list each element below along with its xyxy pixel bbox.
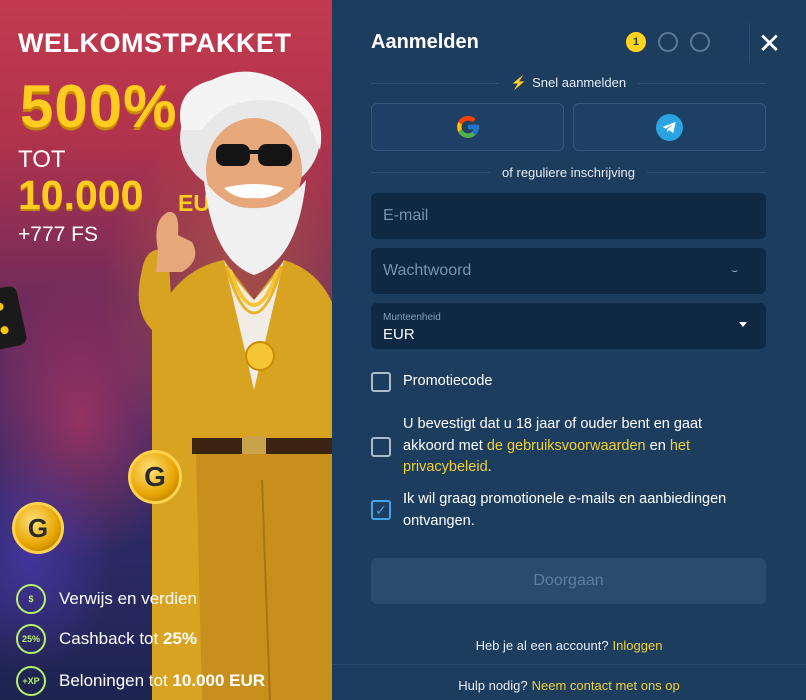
promo-title: WELKOMSTPAKKET [18, 28, 292, 58]
password-field[interactable]: ⌣ [371, 248, 766, 294]
step-2 [658, 32, 678, 52]
promo-tot: TOT [18, 146, 66, 173]
login-prompt: Heb je al een account? Inloggen [475, 638, 663, 653]
marketing-label: Ik wil graag promotionele e-mails en aan… [403, 491, 727, 529]
contact-link[interactable]: Neem contact met ons op [532, 678, 680, 693]
regular-signup-divider: of reguliere inschrijving [371, 164, 767, 180]
promo-panel: WELKOMSTPAKKET 500% TOT 10.000 EURO +777… [0, 0, 332, 700]
benefit-item-rewards: +XP Beloningen tot 10.000 EUR [16, 666, 316, 696]
marketing-checkbox[interactable]: ✓ [371, 500, 391, 520]
chevron-down-icon [739, 322, 747, 327]
continue-button[interactable]: Doorgaan [371, 558, 766, 604]
hide-password-icon[interactable]: ⌣ [731, 265, 745, 277]
benefit-highlight: 10.000 EUR [172, 671, 266, 690]
currency-value: EUR [383, 326, 415, 343]
form-title: Aanmelden [371, 31, 479, 53]
quick-signup-divider: ⚡ Snel aanmelden [371, 75, 766, 90]
signup-form-panel: Aanmelden 1 ✕ ⚡ Snel aanmelden of regulie… [332, 0, 806, 700]
benefit-highlight: 25% [162, 629, 197, 648]
terms-text: U bevestigt dat u 18 jaar of ouder bent … [403, 416, 703, 475]
quick-signup-label: Snel aanmelden [532, 75, 627, 90]
regular-signup-label: of reguliere inschrijving [502, 164, 635, 180]
currency-select[interactable]: Munteenheid EUR [371, 303, 766, 349]
benefit-label: Beloningen tot [59, 671, 173, 690]
cashback-icon: 25% [16, 624, 46, 654]
promo-free-spins: +777 FS [18, 223, 98, 246]
terms-checkbox[interactable] [371, 437, 391, 457]
help-prompt: Hulp nodig? Neem contact met ons op [458, 678, 680, 693]
step-1: 1 [626, 32, 646, 52]
currency-label: Munteenheid [383, 312, 441, 323]
close-icon: ✕ [757, 27, 782, 59]
benefit-item-referral: $ Verwijs en verdien [16, 584, 316, 614]
step-3 [690, 32, 710, 52]
email-field[interactable] [371, 193, 766, 239]
lightning-icon: ⚡ [510, 75, 528, 90]
google-signup-button[interactable] [371, 103, 564, 151]
step-indicator: 1 [626, 32, 710, 52]
dice-decoration [0, 284, 28, 352]
close-button[interactable]: ✕ [749, 23, 789, 63]
megaphone-icon: $ [16, 584, 46, 614]
login-link[interactable]: Inloggen [613, 638, 663, 653]
g-coin-icon: G [128, 450, 182, 504]
terms-link[interactable]: de gebruiksvoorwaarden [487, 438, 646, 454]
telegram-signup-button[interactable] [573, 103, 766, 151]
password-input[interactable] [383, 248, 723, 294]
google-icon [456, 116, 479, 138]
promo-code-label[interactable]: Promotiecode [403, 371, 492, 393]
email-input[interactable] [383, 193, 723, 239]
benefit-label: Cashback tot [59, 629, 163, 648]
xp-arrow-icon: +XP [16, 666, 46, 696]
benefit-label: Verwijs en verdien [59, 589, 197, 608]
benefit-item-cashback: 25% Cashback tot 25% [16, 624, 316, 654]
checkmark-icon: ✓ [375, 502, 387, 518]
g-chip-icon: G [12, 502, 64, 554]
footer-divider [332, 664, 806, 665]
telegram-icon [656, 113, 683, 141]
promo-code-checkbox[interactable] [371, 372, 391, 392]
